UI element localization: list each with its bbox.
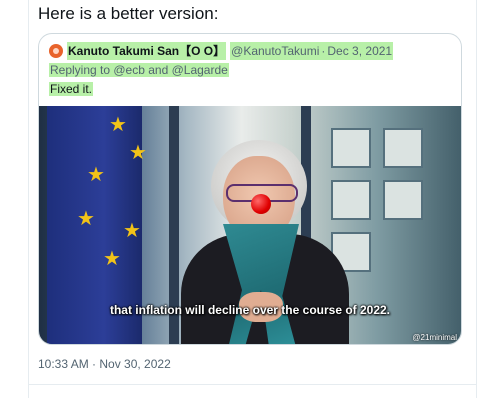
quoted-author-handle[interactable]: @KanutoTakumi xyxy=(230,42,321,60)
quoted-tweet-body: Fixed it. xyxy=(49,82,94,96)
quoted-tweet-text: Fixed it. xyxy=(49,80,451,98)
video-watermark: @21minimal xyxy=(412,333,457,342)
window-pane xyxy=(383,128,423,168)
quoted-tweet-date[interactable]: Dec 3, 2021 xyxy=(326,42,394,60)
window-pane xyxy=(383,180,423,220)
clown-nose xyxy=(251,194,271,214)
avatar[interactable] xyxy=(49,44,63,58)
video-subtitle: that inflation will decline over the cou… xyxy=(109,303,391,317)
quoted-tweet-card[interactable]: Kanuto Takumi San【O O】 @KanutoTakumi · D… xyxy=(38,33,462,345)
window-pane xyxy=(331,128,371,168)
quoted-tweet-header: Kanuto Takumi San【O O】 @KanutoTakumi · D… xyxy=(49,42,451,98)
replying-to-text[interactable]: Replying to @ecb and @Lagarde xyxy=(49,63,229,77)
tweet-timestamp[interactable]: 10:33 AM · Nov 30, 2022 xyxy=(38,357,171,371)
left-divider xyxy=(28,0,29,398)
flag-star-icon: ★ xyxy=(123,220,141,242)
flag-star-icon: ★ xyxy=(103,248,121,270)
window-pane xyxy=(331,180,371,220)
quoted-author-row: Kanuto Takumi San【O O】 @KanutoTakumi · D… xyxy=(49,42,451,60)
flag-star-icon: ★ xyxy=(77,208,95,230)
flag-star-icon: ★ xyxy=(109,114,127,136)
right-divider xyxy=(476,0,477,398)
divider xyxy=(28,384,477,385)
quoted-author-name[interactable]: Kanuto Takumi San【O O】 xyxy=(67,42,227,60)
flag-star-icon: ★ xyxy=(87,164,105,186)
video-player[interactable]: ★ ★ ★ ★ ★ ★ that inflation will decline … xyxy=(39,106,461,344)
flag-star-icon: ★ xyxy=(129,142,147,164)
tweet-text: Here is a better version: xyxy=(38,4,219,23)
replying-to-line: Replying to @ecb and @Lagarde xyxy=(49,61,451,79)
